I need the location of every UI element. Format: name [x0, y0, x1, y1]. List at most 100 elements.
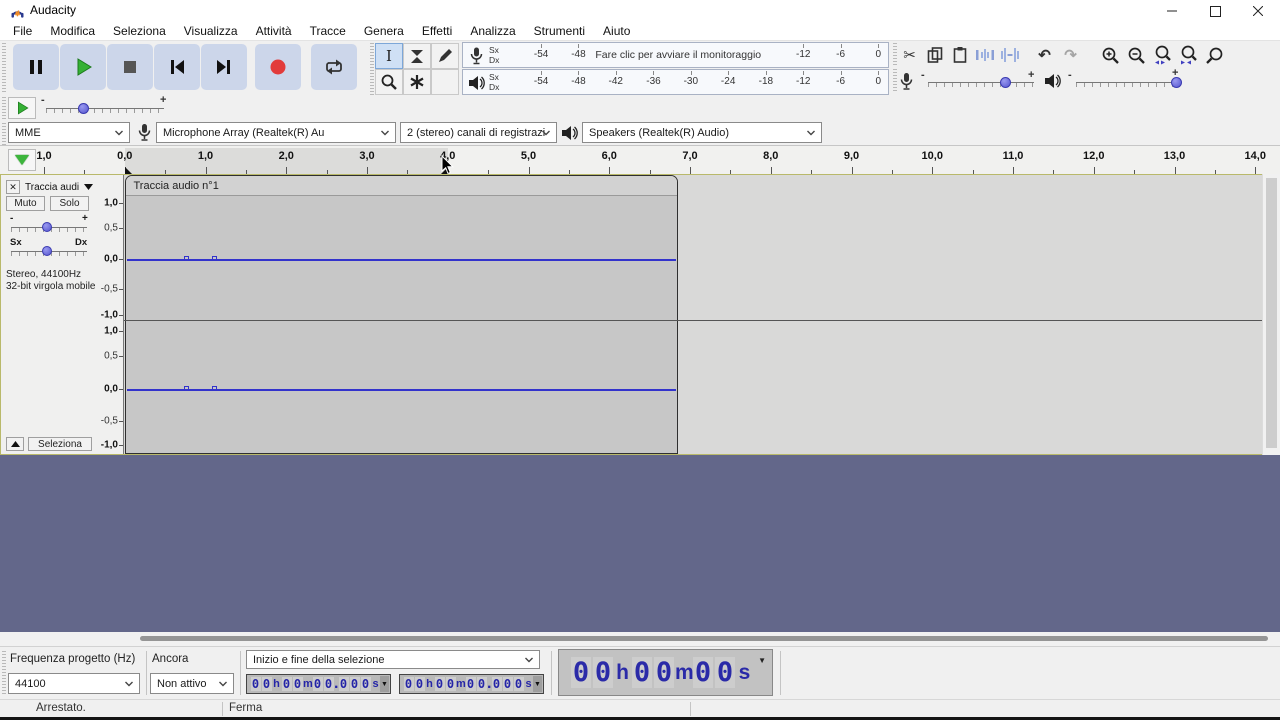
time-digit[interactable]: 0	[404, 677, 414, 691]
timeline-ruler[interactable]: 1,00,01,02,03,04,05,06,07,08,09,010,011,…	[0, 146, 1280, 174]
loop-button[interactable]	[311, 44, 357, 90]
maximize-button[interactable]	[1193, 0, 1237, 22]
time-digit[interactable]: 0	[632, 657, 652, 688]
track-select-button[interactable]: Seleziona	[28, 437, 92, 451]
time-digit[interactable]: 0	[251, 677, 261, 691]
draw-tool-button[interactable]	[431, 43, 459, 69]
track-collapse-button[interactable]	[6, 437, 24, 451]
pan-thumb[interactable]	[42, 246, 52, 256]
playback-device-dropdown[interactable]: Speakers (Realtek(R) Audio)	[582, 122, 822, 143]
minimize-button[interactable]	[1150, 0, 1194, 22]
time-separator[interactable]: h	[614, 661, 631, 685]
copy-button[interactable]	[922, 43, 947, 67]
cut-button[interactable]: ✂	[897, 43, 922, 67]
track-close-button[interactable]: ✕	[6, 180, 20, 194]
time-separator[interactable]: m	[303, 678, 312, 690]
menu-analizza[interactable]: Analizza	[461, 24, 524, 38]
solo-button[interactable]: Solo	[50, 196, 89, 211]
redo-button[interactable]: ↷	[1058, 43, 1083, 67]
playback-volume-thumb[interactable]	[1171, 77, 1182, 88]
play-button[interactable]	[60, 44, 106, 90]
waveform-area[interactable]: Traccia audio n°1	[124, 175, 1263, 454]
time-separator[interactable]: h	[425, 678, 434, 690]
record-button[interactable]	[255, 44, 301, 90]
menu-aiuto[interactable]: Aiuto	[594, 24, 639, 38]
skip-to-end-button[interactable]	[201, 44, 247, 90]
zoom-in-button[interactable]	[1098, 43, 1123, 67]
time-digit[interactable]: 0	[293, 677, 303, 691]
gain-thumb[interactable]	[42, 222, 52, 232]
recording-channels-dropdown[interactable]: 2 (stereo) canali di registrazi	[400, 122, 557, 143]
time-digit[interactable]: 0	[503, 677, 513, 691]
time-digit[interactable]: 0	[361, 677, 371, 691]
field-dropdown-arrow[interactable]: ▼	[380, 676, 389, 692]
time-digit[interactable]: 0	[654, 657, 674, 688]
vertical-scrollbar-thumb[interactable]	[1266, 178, 1277, 448]
time-digit[interactable]: 0	[477, 677, 487, 691]
trim-audio-button[interactable]	[972, 43, 997, 67]
timeline-options-button[interactable]	[8, 149, 36, 171]
stop-button[interactable]	[107, 44, 153, 90]
zoom-toggle-button[interactable]	[1202, 43, 1227, 67]
fit-project-button[interactable]	[1176, 43, 1201, 67]
fit-selection-button[interactable]	[1150, 43, 1175, 67]
skip-to-start-button[interactable]	[154, 44, 200, 90]
time-digit[interactable]: 0	[492, 677, 502, 691]
mute-button[interactable]: Muto	[6, 196, 45, 211]
menu-file[interactable]: File	[4, 24, 41, 38]
menu-effetti[interactable]: Effetti	[413, 24, 461, 38]
time-digit[interactable]: 0	[415, 677, 425, 691]
play-speed-thumb[interactable]	[78, 103, 89, 114]
time-separator[interactable]: s	[524, 678, 533, 690]
playback-meter[interactable]: Sx Dx -54-48-42-36-30-24-18-12-60	[462, 69, 889, 95]
snap-dropdown[interactable]: Non attivo	[150, 673, 234, 694]
paste-button[interactable]	[947, 43, 972, 67]
menu-visualizza[interactable]: Visualizza	[175, 24, 247, 38]
track-menu-button[interactable]: Traccia audi	[25, 180, 93, 194]
time-digit[interactable]: 0	[324, 677, 334, 691]
silence-audio-button[interactable]	[997, 43, 1022, 67]
time-digit[interactable]: 0	[313, 677, 323, 691]
audio-host-dropdown[interactable]: MME	[8, 122, 130, 143]
time-digit[interactable]: 0	[262, 677, 272, 691]
time-separator[interactable]: s	[371, 678, 380, 690]
recording-meter[interactable]: Sx Dx Fare clic per avviare il monitorag…	[462, 42, 889, 68]
undo-button[interactable]: ↶	[1032, 43, 1057, 67]
audio-clip[interactable]: Traccia audio n°1	[125, 175, 678, 454]
time-digit[interactable]: 0	[282, 677, 292, 691]
recording-volume-thumb[interactable]	[1000, 77, 1011, 88]
time-digit[interactable]: 0	[715, 657, 735, 688]
pause-button[interactable]	[13, 44, 59, 90]
selection-tool-button[interactable]: I	[375, 43, 403, 69]
selection-end-field[interactable]: 00h00m00.000s▼	[399, 674, 544, 694]
recording-device-dropdown[interactable]: Microphone Array (Realtek(R) Au	[156, 122, 396, 143]
menu-strumenti[interactable]: Strumenti	[525, 24, 594, 38]
zoom-tool-button[interactable]	[375, 69, 403, 95]
time-digit[interactable]: 0	[693, 657, 713, 688]
time-separator[interactable]: m	[456, 678, 465, 690]
time-digit[interactable]: 0	[514, 677, 524, 691]
vertical-scrollbar[interactable]	[1262, 174, 1280, 455]
time-digit[interactable]: 0	[593, 657, 613, 688]
selection-range-dropdown[interactable]: Inizio e fine della selezione	[246, 650, 540, 669]
menu-tracce[interactable]: Tracce	[301, 24, 355, 38]
time-separator[interactable]: .	[334, 675, 338, 693]
field-dropdown-arrow[interactable]: ▼	[533, 676, 542, 692]
time-separator[interactable]: m	[675, 661, 692, 685]
time-digit[interactable]: 0	[435, 677, 445, 691]
menu-attività[interactable]: Attività	[247, 24, 301, 38]
time-digit[interactable]: 0	[571, 657, 591, 688]
time-separator[interactable]: h	[272, 678, 281, 690]
time-digit[interactable]: 0	[350, 677, 360, 691]
audio-position-display[interactable]: ▼ 00h00m00s	[558, 649, 773, 696]
time-separator[interactable]: s	[736, 661, 753, 685]
horizontal-scrollbar-thumb[interactable]	[140, 636, 1268, 641]
play-at-speed-button[interactable]	[8, 97, 36, 119]
close-button[interactable]	[1236, 0, 1280, 22]
zoom-out-button[interactable]	[1124, 43, 1149, 67]
menu-genera[interactable]: Genera	[355, 24, 413, 38]
time-digit[interactable]: 0	[446, 677, 456, 691]
horizontal-scrollbar[interactable]	[0, 632, 1280, 646]
selection-start-field[interactable]: 00h00m00.000s▼	[246, 674, 391, 694]
time-digit[interactable]: 0	[339, 677, 349, 691]
